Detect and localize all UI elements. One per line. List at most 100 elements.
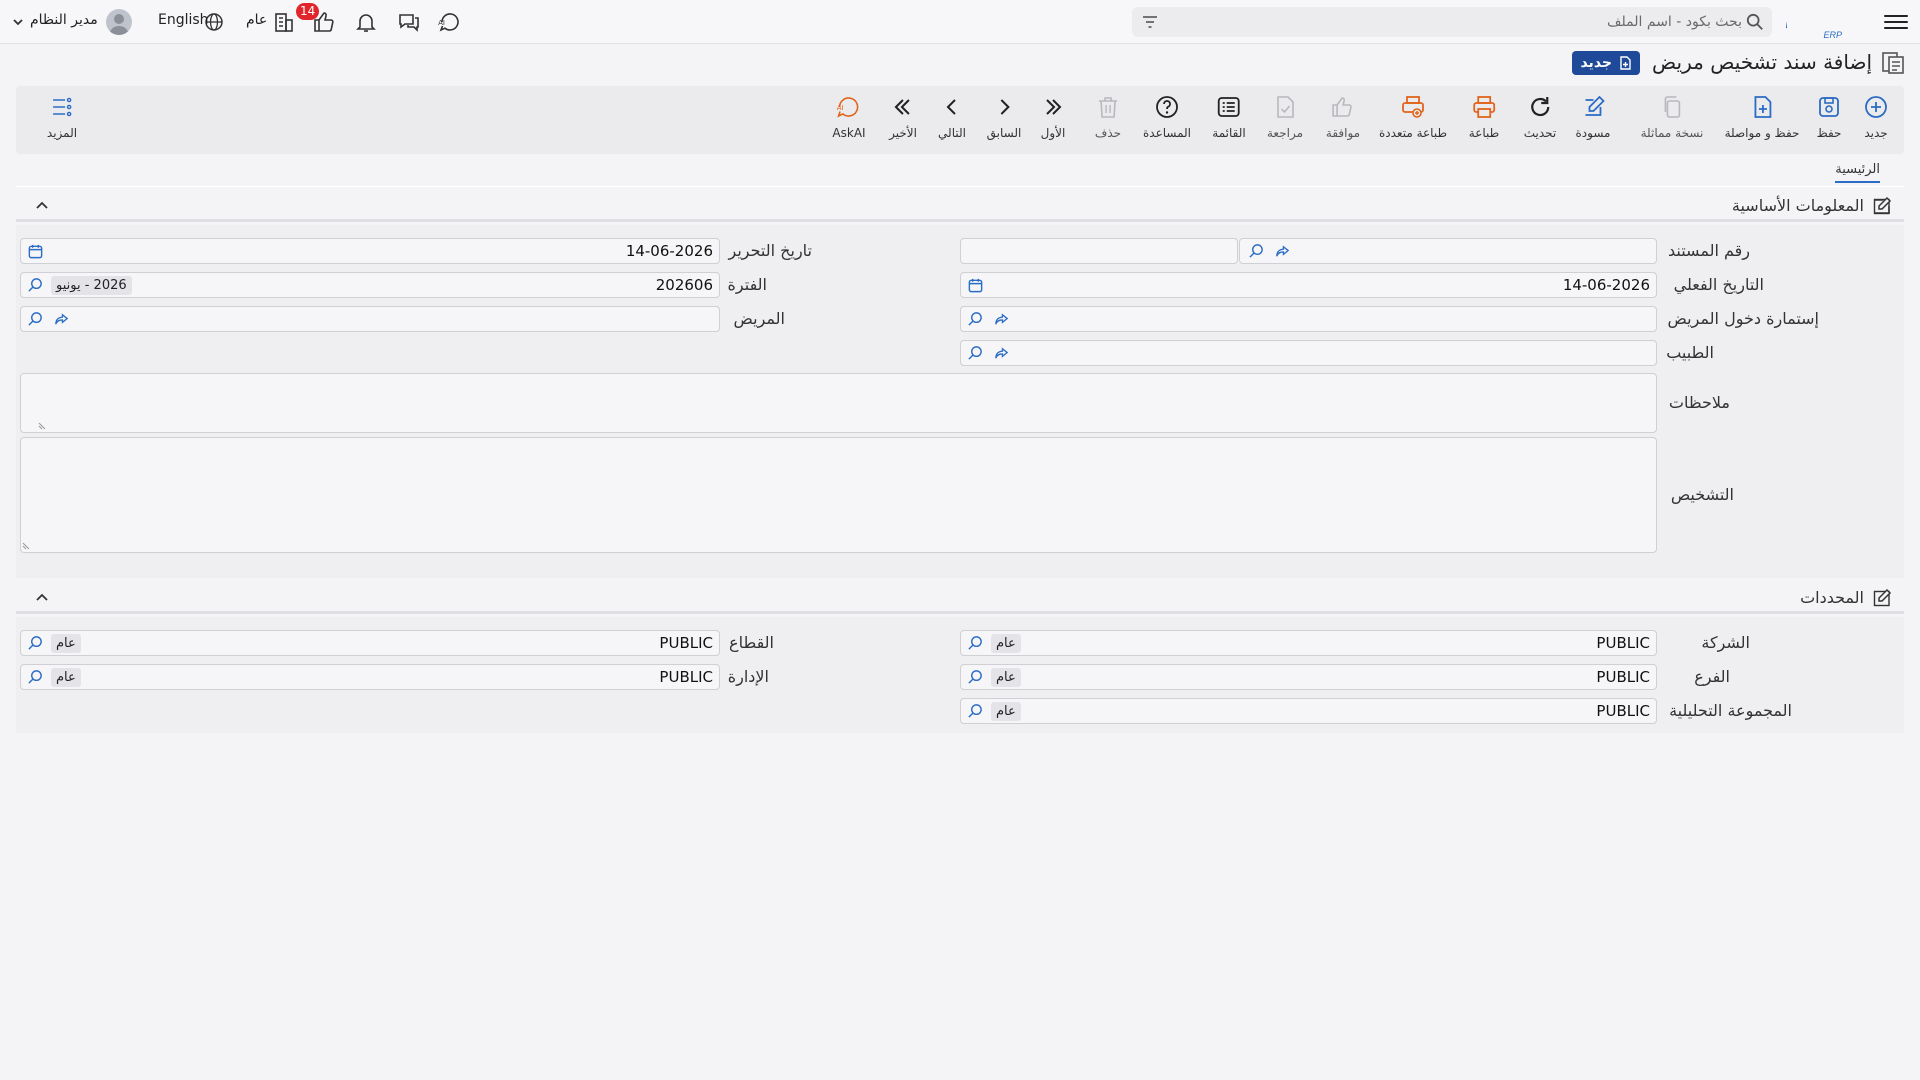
resize-grip-icon[interactable] — [22, 542, 30, 550]
save-continue-label: حفظ و مواصلة — [1724, 126, 1800, 140]
share-forward-icon[interactable] — [993, 311, 1010, 328]
list-button[interactable]: القائمة — [1212, 92, 1246, 150]
askai-button[interactable]: AI AskAI — [832, 92, 866, 150]
more-list-icon — [53, 97, 72, 117]
refresh-label: تحديث — [1523, 126, 1557, 140]
calendar-icon[interactable] — [27, 243, 44, 260]
list-label: القائمة — [1212, 126, 1246, 140]
search-input[interactable] — [1172, 11, 1742, 33]
search-lookup-icon[interactable] — [1248, 243, 1265, 260]
search-lookup-icon[interactable] — [967, 635, 984, 652]
plus-circle-icon — [1865, 96, 1887, 118]
sector-description-tag: عام — [51, 634, 81, 653]
file-check-icon — [1277, 96, 1294, 118]
share-forward-icon[interactable] — [53, 311, 70, 328]
previous-record-button[interactable]: السابق — [987, 92, 1021, 150]
search-lookup-icon[interactable] — [967, 703, 984, 720]
first-record-button[interactable]: الأول — [1040, 92, 1066, 150]
svg-text:ERP: ERP — [1823, 30, 1842, 40]
last-record-button[interactable]: الأخير — [889, 92, 917, 150]
chevron-up-icon[interactable] — [34, 590, 50, 606]
draft-button[interactable]: مسودة — [1576, 92, 1610, 150]
hamburger-menu-icon[interactable] — [1884, 10, 1908, 34]
chevron-up-icon[interactable] — [34, 198, 50, 214]
search-lookup-icon[interactable] — [27, 669, 44, 686]
chevron-down-icon[interactable] — [12, 16, 24, 28]
user-name[interactable]: مدير النظام — [30, 12, 98, 28]
edit-section-icon — [1873, 588, 1892, 607]
search-lookup-icon[interactable] — [27, 311, 44, 328]
approve-button[interactable]: موافقة — [1326, 92, 1360, 150]
multi-print-button[interactable]: طباعة متعددة — [1379, 92, 1447, 150]
patient-input[interactable] — [20, 306, 720, 332]
next-record-button[interactable]: التالي — [938, 92, 966, 150]
review-label: مراجعة — [1266, 126, 1304, 140]
basic-info-title: المعلومات الأساسية — [1731, 196, 1864, 215]
user-avatar[interactable] — [106, 9, 132, 35]
delete-button[interactable]: حذف — [1095, 92, 1121, 150]
help-label: المساعدة — [1142, 126, 1192, 140]
doctor-input[interactable] — [960, 340, 1657, 366]
more-button[interactable]: المزيد — [47, 92, 77, 150]
nama-erp-logo[interactable]: NAMA ERP — [1786, 4, 1872, 40]
calendar-icon[interactable] — [967, 277, 984, 294]
branch-input[interactable]: PUBLIC عام — [960, 664, 1657, 690]
ai-assistant-icon[interactable]: AI — [438, 10, 462, 34]
period-value: 202606 — [655, 276, 713, 294]
determinants-title: المحددات — [1800, 588, 1864, 607]
company-label: الشركة — [1701, 633, 1750, 652]
diagnosis-textarea[interactable] — [20, 437, 1657, 553]
last-label: الأخير — [889, 126, 917, 140]
refresh-button[interactable]: تحديث — [1523, 92, 1557, 150]
share-forward-icon[interactable] — [1274, 243, 1291, 260]
bell-icon[interactable] — [354, 10, 378, 34]
patient-label: المريض — [733, 309, 785, 328]
save-label: حفظ — [1816, 126, 1842, 140]
first-label: الأول — [1040, 126, 1066, 140]
search-lookup-icon[interactable] — [27, 635, 44, 652]
share-forward-icon[interactable] — [993, 345, 1010, 362]
language-switch[interactable]: English — [158, 12, 209, 28]
more-label: المزيد — [46, 126, 78, 140]
department-input[interactable]: PUBLIC عام — [20, 664, 720, 690]
chat-icon[interactable] — [397, 10, 421, 34]
filter-icon[interactable] — [1142, 14, 1158, 30]
doc-number-input[interactable] — [960, 238, 1238, 264]
double-chevron-left-icon — [894, 99, 910, 115]
review-button[interactable]: مراجعة — [1267, 92, 1303, 150]
duplicate-button[interactable]: نسخة مماثلة — [1641, 92, 1703, 150]
chevron-left-icon — [946, 99, 956, 115]
save-button[interactable]: حفظ — [1816, 92, 1842, 150]
search-lookup-icon[interactable] — [967, 345, 984, 362]
tab-main[interactable]: الرئيسية — [1835, 162, 1880, 183]
context-label[interactable]: عام — [246, 12, 267, 28]
sector-label: القطاع — [729, 633, 774, 652]
search-lookup-icon[interactable] — [967, 311, 984, 328]
multi-printer-icon — [1402, 96, 1424, 118]
company-input[interactable]: PUBLIC عام — [960, 630, 1657, 656]
print-button[interactable]: طباعة — [1469, 92, 1499, 150]
sector-input[interactable]: PUBLIC عام — [20, 630, 720, 656]
resize-grip-icon[interactable] — [38, 422, 46, 430]
doc-number-lookup[interactable] — [1239, 238, 1657, 264]
svg-text:NAMA: NAMA — [1786, 4, 1788, 34]
help-button[interactable]: المساعدة — [1143, 92, 1191, 150]
admission-form-input[interactable] — [960, 306, 1657, 332]
admission-form-label: إستمارة دخول المريض — [1667, 309, 1819, 328]
trash-icon — [1099, 97, 1117, 118]
new-button[interactable]: جديد — [1863, 92, 1889, 150]
analysis-group-input[interactable]: PUBLIC عام — [960, 698, 1657, 724]
search-lookup-icon[interactable] — [27, 277, 44, 294]
period-input[interactable]: 202606 2026 - يونيو — [20, 272, 720, 298]
company-building-icon[interactable] — [272, 10, 296, 34]
issue-date-input[interactable]: 14-06-2026 — [20, 238, 720, 264]
actual-date-input[interactable]: 14-06-2026 — [960, 272, 1657, 298]
notes-textarea[interactable] — [20, 373, 1657, 433]
save-continue-button[interactable]: حفظ و مواصلة — [1724, 92, 1800, 150]
sector-value: PUBLIC — [659, 634, 713, 652]
diagnosis-label: التشخيص — [1670, 485, 1734, 504]
notes-label: ملاحظات — [1668, 393, 1730, 412]
branch-description-tag: عام — [991, 668, 1021, 687]
search-lookup-icon[interactable] — [967, 669, 984, 686]
search-icon[interactable] — [1746, 13, 1764, 31]
